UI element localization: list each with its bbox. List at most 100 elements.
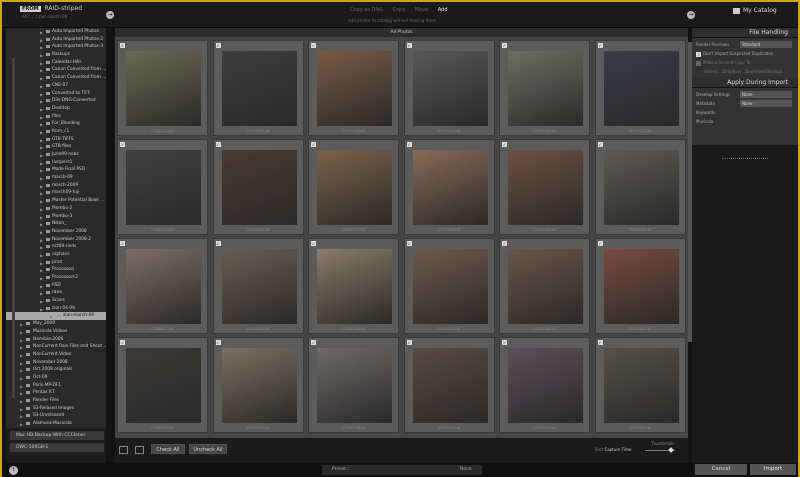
photo-thumbnail[interactable] (221, 150, 297, 225)
photo-cell[interactable]: ✓ CF000444.tif (594, 139, 686, 235)
cancel-button[interactable]: Cancel (695, 464, 747, 475)
folder-item[interactable]: ▶ NonCurrent Video (6, 351, 106, 359)
photo-thumbnail[interactable] (412, 249, 488, 324)
folder-item[interactable]: ▶ Canon Converted from ... (6, 74, 106, 82)
photo-cell[interactable]: ✓ CF000511.tif (403, 337, 495, 433)
photo-cell[interactable]: ✓ CF000470.tif (403, 238, 495, 334)
folder-item[interactable]: ▶ GTB-files (6, 143, 106, 151)
photo-cell[interactable]: ✓ CF000507.tif (117, 337, 208, 433)
folder-item[interactable]: ▶ November 2008 (6, 359, 106, 367)
photo-checkbox[interactable]: ✓ (406, 340, 412, 345)
folder-item[interactable]: ▶ orphans (6, 251, 106, 259)
uncheck-all-button[interactable]: Uncheck All (189, 444, 227, 454)
photo-checkbox[interactable]: ✓ (311, 142, 316, 147)
photo-thumbnail[interactable] (603, 249, 679, 324)
folder-item[interactable]: ▶ from_c1 (6, 128, 106, 136)
folder-item[interactable]: ▶ For_Blending (6, 120, 106, 128)
render-previews-select[interactable]: Standard (740, 41, 792, 48)
photo-thumbnail[interactable] (317, 51, 392, 126)
folder-item[interactable]: ▶ march09-fuji (6, 189, 106, 197)
folder-item[interactable]: ▶ Processed-2 (6, 274, 106, 282)
photo-thumbnail[interactable] (221, 249, 297, 324)
folder-item[interactable]: ▶ oct09-rieds (6, 243, 106, 251)
keywords-input[interactable]: Musicola (696, 119, 713, 124)
dont-import-checkbox[interactable]: ✓ (696, 51, 701, 57)
folder-item[interactable]: ▶ lasspers1 (6, 159, 106, 167)
mode-add[interactable]: Add (438, 7, 448, 13)
folder-item[interactable]: ▶ PSD (6, 282, 106, 290)
folder-item[interactable]: ▶ march-09 (6, 174, 106, 182)
photo-thumbnail[interactable] (508, 249, 583, 324)
sort-control[interactable]: Sort Capture Time (595, 447, 631, 452)
photo-thumbnail[interactable] (221, 348, 297, 423)
photo-checkbox[interactable]: ✓ (215, 241, 221, 246)
folder-item[interactable]: ▶ zion-04-09 (6, 305, 106, 313)
photo-cell[interactable]: ✓ CF000461.tif (499, 238, 590, 334)
folder-tree[interactable]: ▶ Auto Imported Photos ▶ Auto Imported Phot… (6, 28, 106, 428)
folder-item[interactable]: ▶ Master Potential Book ... (6, 197, 106, 205)
loupe-view-icon[interactable] (135, 446, 144, 454)
folder-item[interactable]: ▶ zion-march-09 (6, 312, 106, 321)
photo-cell[interactable]: ✓ CF000477.tif (117, 238, 208, 334)
photo-thumbnail[interactable] (317, 249, 392, 324)
photo-thumbnail[interactable] (412, 348, 488, 423)
folder-item[interactable]: ▶ print (6, 259, 106, 267)
photo-thumbnail[interactable] (412, 150, 488, 225)
photo-checkbox[interactable]: ✓ (502, 43, 507, 48)
second-copy-checkbox[interactable] (696, 60, 701, 66)
folder-item[interactable]: ▶ Auto Imported Photos-2 (6, 36, 106, 44)
folder-item[interactable]: ▶ S3-Unreleased (6, 412, 106, 420)
folder-item[interactable]: ▶ S3-Relased Images (6, 405, 106, 413)
folder-item[interactable]: ▶ Backups (6, 51, 106, 59)
folder-item[interactable]: ▶ Auto Imported Photos-3 (6, 43, 106, 51)
check-all-button[interactable]: Check All (151, 444, 185, 454)
grid-view-icon[interactable] (119, 446, 128, 454)
folder-item[interactable]: ▶ Processed (6, 266, 106, 274)
folder-item[interactable]: ▶ June09-nobs (6, 151, 106, 159)
mode-move[interactable]: Move (415, 7, 428, 13)
folder-item[interactable]: ▶ march-2009 (6, 182, 106, 190)
photo-cell[interactable]: ✓ CF000163.tif (499, 40, 590, 136)
photo-thumbnail[interactable] (126, 150, 201, 225)
folder-item[interactable]: ▶ NonCurrent Raw Files and Shoot... (6, 343, 106, 351)
photo-cell[interactable]: ✓ CF000420.tif (403, 139, 495, 235)
photo-thumbnail[interactable] (126, 51, 201, 126)
photo-checkbox[interactable]: ✓ (406, 241, 412, 246)
photo-cell[interactable]: ✓ CF000468.tif (308, 238, 399, 334)
photo-checkbox[interactable]: ✓ (311, 241, 316, 246)
photo-checkbox[interactable]: ✓ (502, 241, 507, 246)
photo-cell[interactable]: ✓ CF000440.tif (212, 238, 304, 334)
mode-copy-as-dng[interactable]: Copy as DNG (350, 7, 383, 13)
collapse-up-icon[interactable]: ↑ (9, 466, 18, 475)
destination-catalog[interactable]: My Catalog (733, 7, 777, 14)
folder-item[interactable]: ▶ Alamosa-Musicola (6, 420, 106, 428)
photo-cell[interactable]: ✓ CF000166.tif (308, 40, 399, 136)
apply-during-import-header[interactable]: Apply During Import (692, 78, 798, 88)
photo-cell[interactable]: ✓ CF000171.tif (594, 40, 686, 136)
photo-checkbox[interactable]: ✓ (311, 340, 316, 345)
file-handling-header[interactable]: File Handling (692, 28, 798, 38)
folder-item[interactable]: ▶ files (6, 113, 106, 121)
folder-item[interactable]: ▶ Desktop (6, 105, 106, 113)
folder-item[interactable]: ▶ Calendar-Hills (6, 59, 106, 67)
photo-checkbox[interactable]: ✓ (406, 43, 412, 48)
develop-settings-select[interactable]: None (740, 91, 792, 98)
source-selector[interactable]: FROM RAID-striped All / ... / zion-march-… (20, 5, 82, 19)
folder-item[interactable]: ▶ May_2009 (6, 320, 106, 328)
photo-thumbnail[interactable] (317, 348, 392, 423)
metadata-select[interactable]: None (740, 100, 792, 107)
photo-cell[interactable]: ✓ CF000548.tif (308, 337, 399, 433)
folder-item[interactable]: ▶ raws (6, 289, 106, 297)
photo-checkbox[interactable]: ✓ (215, 43, 221, 48)
photo-checkbox[interactable]: ✓ (120, 241, 125, 246)
photo-thumbnail[interactable] (603, 51, 679, 126)
folder-item[interactable]: ▶ Mombo-2 (6, 205, 106, 213)
photo-thumbnail[interactable] (317, 150, 392, 225)
grid-title[interactable]: All Photos (115, 28, 688, 37)
photo-thumbnail[interactable] (221, 51, 297, 126)
folder-item[interactable]: ▶ Converted to TIFF (6, 90, 106, 98)
preset-selector[interactable]: Preset : None (322, 465, 482, 475)
photo-checkbox[interactable]: ✓ (311, 43, 316, 48)
photo-checkbox[interactable]: ✓ (597, 43, 603, 48)
photo-checkbox[interactable]: ✓ (597, 241, 603, 246)
